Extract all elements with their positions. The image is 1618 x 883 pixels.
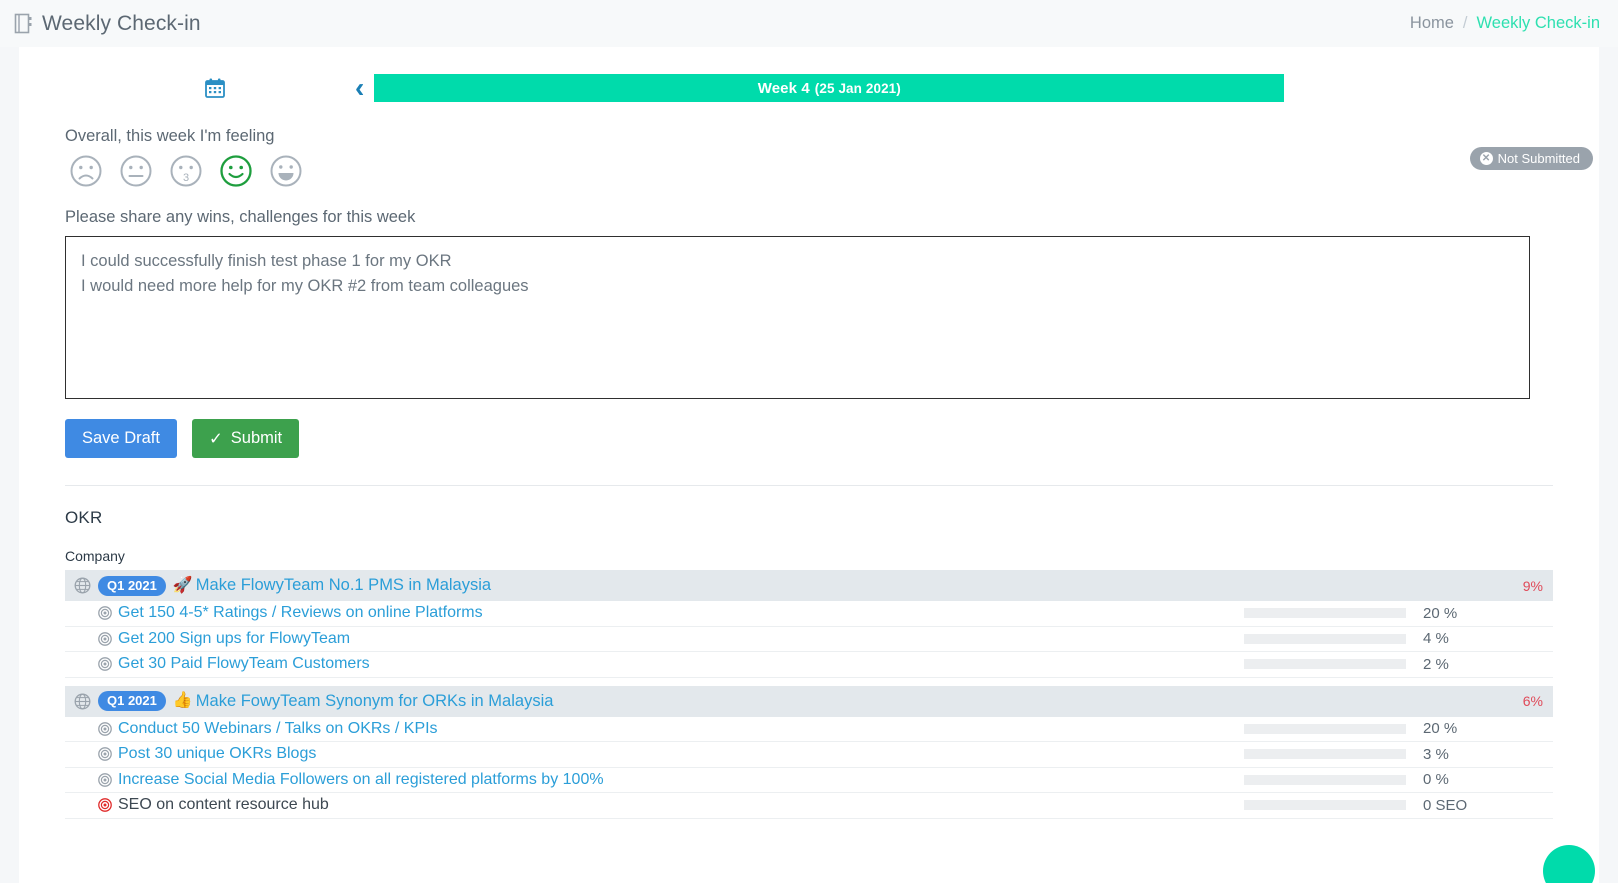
times-circle-icon: ✕ [1479,152,1493,165]
quarter-badge[interactable]: Q1 2021 [98,575,166,596]
key-result-name[interactable]: Get 200 Sign ups for FlowyTeam [118,630,350,648]
form-actions: Save Draft ✓ Submit [65,419,1599,458]
okr-table: Q1 2021 🚀 Make FlowyTeam No.1 PMS in Malay… [65,570,1553,819]
globe-icon [74,693,91,710]
key-result-name[interactable]: Get 30 Paid FlowyTeam Customers [118,655,370,673]
key-result-row[interactable]: Conduct 50 Webinars / Talks on OKRs / KP… [65,717,1553,742]
notes-textarea[interactable] [65,236,1530,399]
key-result-value: 4 % [1423,630,1449,648]
quarter-badge[interactable]: Q1 2021 [98,691,166,711]
target-icon [98,772,112,787]
mood-smile-icon[interactable] [219,154,253,188]
progress-bar [1244,723,1406,734]
target-icon-red [98,798,112,813]
mood-grin-icon[interactable] [269,154,303,188]
okr-group-label: Company [65,548,125,564]
key-result-row[interactable]: Post 30 unique OKRs Blogs 3 % [65,742,1553,768]
key-result-metrics: 20 % [1244,720,1553,737]
target-icon [98,747,112,762]
svg-text:3: 3 [183,172,189,184]
key-result-metrics: 3 % [1244,746,1553,763]
chevron-left-icon[interactable]: ‹ [355,74,364,102]
key-result-value: 2 % [1423,655,1449,673]
progress-bar [1244,774,1406,785]
mood-neutral-icon[interactable] [119,154,153,188]
key-result-metrics: 0 % [1244,771,1553,788]
week-bar[interactable]: Week 4 (25 Jan 2021) [374,74,1285,102]
objective-name[interactable]: Make FlowyTeam No.1 PMS in Malaysia [196,576,491,595]
status-badge: ✕ Not Submitted [1469,147,1593,170]
target-icon [98,606,112,621]
save-draft-button[interactable]: Save Draft [65,419,177,458]
progress-bar [1244,800,1406,811]
key-result-value: 20 % [1423,720,1458,738]
key-result-name[interactable]: Increase Social Media Followers on all r… [118,771,604,789]
key-result-metrics: 0 SEO [1244,797,1553,814]
globe-icon [74,577,91,594]
submit-button-label: Submit [230,429,283,447]
mood-sad-icon[interactable] [69,154,103,188]
breadcrumb-home[interactable]: Home [1410,14,1454,33]
chat-bubble-icon[interactable] [1543,845,1595,883]
key-result-metrics: 2 % [1244,656,1553,673]
target-icon [98,631,112,646]
key-result-metrics: 20 % [1244,605,1553,622]
objective-row[interactable]: Q1 2021 🚀 Make FlowyTeam No.1 PMS in Malay… [65,570,1553,601]
key-result-value: 0 SEO [1423,796,1468,814]
main-card: ‹ Week 4 (25 Jan 2021) ✕ Not Submitted O… [19,47,1599,883]
progress-bar [1244,608,1406,619]
page-title: Weekly Check-in [42,11,201,35]
topbar-left: Weekly Check-in [14,12,201,36]
rocket-emoji: 🚀 [172,576,193,594]
mood-kiss-icon[interactable]: 3 [169,154,203,188]
key-result-metrics: 4 % [1244,630,1553,647]
key-result-name: SEO on content resource hub [118,796,329,814]
section-divider [65,485,1553,486]
objective-progress: 9% [1522,577,1543,594]
key-result-row[interactable]: Get 150 4-5* Ratings / Reviews on online… [65,601,1553,627]
status-badge-label: Not Submitted [1497,151,1580,166]
week-selector: ‹ Week 4 (25 Jan 2021) [19,47,1599,105]
week-date: (25 Jan 2021) [814,80,901,96]
notebook-icon [14,13,33,34]
target-icon [98,721,112,736]
progress-bar [1244,749,1406,760]
key-result-name[interactable]: Get 150 4-5* Ratings / Reviews on online… [118,604,483,622]
objective-progress: 6% [1522,693,1543,709]
objective-row[interactable]: Q1 2021 👍 Make FowyTeam Synonym for ORKs i… [65,685,1553,717]
key-result-row[interactable]: Get 200 Sign ups for FlowyTeam 4 % [65,627,1553,652]
notes-label: Please share any wins, challenges for th… [65,208,416,226]
topbar: Weekly Check-in Home / Weekly Check-in [0,0,1618,47]
key-result-name[interactable]: Post 30 unique OKRs Blogs [118,745,316,763]
key-result-row[interactable]: Get 30 Paid FlowyTeam Customers 2 % [65,652,1553,678]
submit-button[interactable]: ✓ Submit [191,419,300,458]
breadcrumb-current: Weekly Check-in [1476,14,1600,32]
breadcrumb: Home / Weekly Check-in [1410,14,1600,33]
progress-bar [1244,659,1406,670]
week-label: Week 4 [757,79,810,97]
key-result-row[interactable]: Increase Social Media Followers on all r… [65,768,1553,793]
objective-name[interactable]: Make FowyTeam Synonym for ORKs in Malays… [196,692,554,711]
key-result-value: 3 % [1423,745,1449,763]
calendar-icon[interactable] [195,71,235,105]
key-result-name[interactable]: Conduct 50 Webinars / Talks on OKRs / KP… [118,720,438,738]
okr-heading: OKR [65,508,103,527]
mood-selector: 3 [69,154,1599,188]
thumbs-up-emoji: 👍 [172,692,193,709]
key-result-value: 0 % [1423,771,1449,789]
check-icon: ✓ [208,429,223,448]
breadcrumb-separator: / [1462,14,1468,32]
progress-bar [1244,633,1406,644]
key-result-value: 20 % [1423,604,1458,622]
key-result-row[interactable]: SEO on content resource hub 0 SEO [65,793,1553,819]
mood-label: Overall, this week I'm feeling [65,127,275,145]
target-icon [98,657,112,672]
